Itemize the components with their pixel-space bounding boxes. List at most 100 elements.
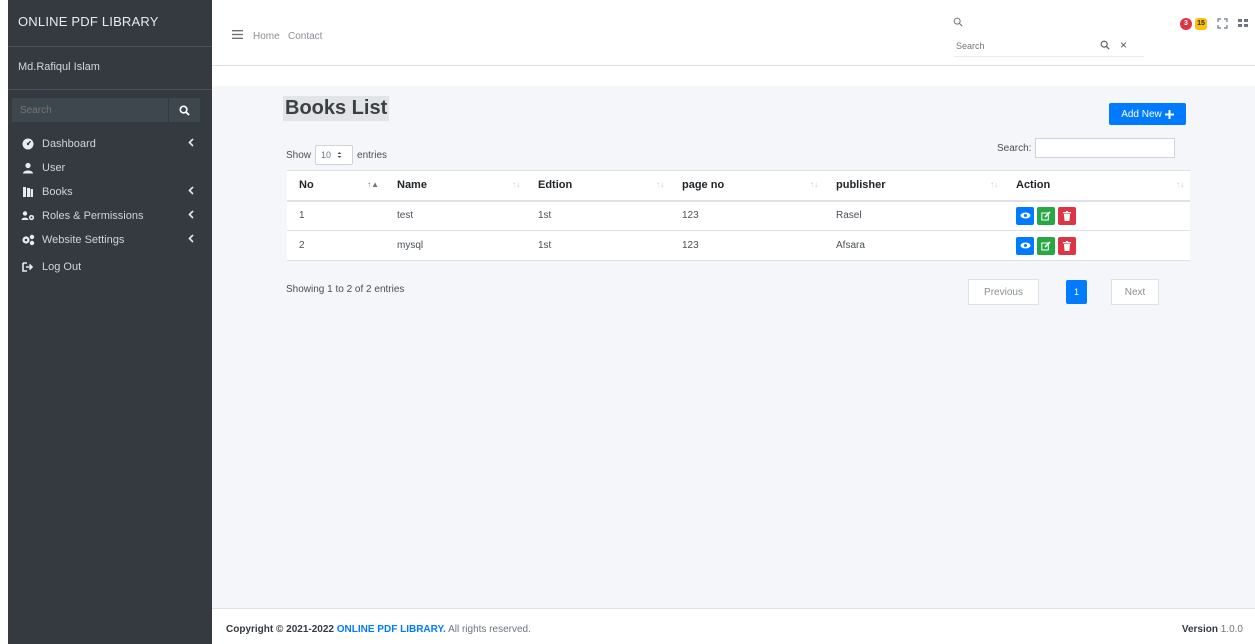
column-header-action[interactable]: Action ↑↓ [1004,170,1190,202]
notification-badge[interactable]: 3 [1180,18,1192,30]
show-entries-control: Show 10 entries [286,145,387,165]
chevron-left-icon [188,186,194,198]
sidebar-item-user[interactable]: User [8,156,212,180]
column-label: publisher [836,179,886,192]
add-new-button[interactable]: Add New [1109,103,1186,125]
trash-icon [1063,240,1071,251]
fullscreen-icon[interactable] [1217,18,1228,32]
search-submit-icon[interactable] [1100,40,1110,53]
column-label: Action [1016,179,1051,192]
add-new-label: Add New [1121,108,1162,120]
book-icon [20,186,36,198]
sidebar-item-books[interactable]: Books [8,180,212,204]
edit-icon [1041,240,1051,250]
table-search: Search: [997,138,1176,158]
sort-icon: ↑↓ [990,180,998,189]
users-cog-icon [20,210,36,222]
sidebar-item-label: Log Out [42,261,82,273]
hamburger-menu-icon[interactable] [232,30,243,42]
entries-label: entries [357,149,388,161]
edit-button[interactable] [1037,236,1055,255]
copyright: Copyright © 2021-2022 ONLINE PDF LIBRARY… [226,624,531,635]
chevron-left-icon [188,210,194,222]
previous-page-button[interactable]: Previous [968,279,1039,305]
column-header-name[interactable]: Name ↑↓ [385,170,526,202]
app-root: ONLINE PDF LIBRARY Md.Rafiqul Islam Dash… [0,0,1255,644]
books-table: No ↑▲ Name ↑↓ Edtion ↑↓ page no ↑↓ publisher… [287,170,1190,261]
cell-page-no: 123 [670,230,824,261]
nav-contact-link[interactable]: Contact [288,31,322,42]
version-label: Version [1181,624,1218,635]
sort-icon: ↑↓ [512,180,520,189]
nav-home-link[interactable]: Home [253,31,280,42]
sidebar-item-label: Website Settings [42,234,125,246]
version-info: Version 1.0.0 [1182,624,1243,635]
copyright-suffix: All rights reserved. [448,624,531,635]
plus-icon [1164,109,1174,119]
column-label: Edtion [538,179,573,192]
edit-icon [1041,211,1051,221]
delete-button[interactable] [1058,206,1076,225]
cell-publisher: Rasel [824,200,1004,231]
sidebar-nav: Dashboard User Books Roles & Permissions… [8,132,212,279]
chevron-left-icon [188,138,194,150]
sidebar-item-website-settings[interactable]: Website Settings [8,228,212,252]
sidebar-item-label: Books [42,186,73,198]
eye-icon [1020,242,1030,249]
column-label: page no [682,179,725,192]
search-icon[interactable] [953,17,963,30]
sidebar-search-input[interactable] [12,98,168,122]
user-name[interactable]: Md.Rafiqul Islam [8,46,212,90]
delete-button[interactable] [1058,236,1076,255]
sidebar-search [12,98,200,122]
sidebar-item-label: Roles & Permissions [42,210,144,222]
user-icon [20,162,36,174]
table-search-input[interactable] [1035,138,1176,158]
copyright-prefix: Copyright © 2021-2022 [226,624,334,635]
sidebar-search-button[interactable] [168,98,200,122]
column-header-page-no[interactable]: page no ↑↓ [670,170,824,202]
edit-button[interactable] [1037,206,1055,225]
cell-no: 2 [287,230,385,261]
cell-name: test [385,200,526,231]
column-header-no[interactable]: No ↑▲ [287,170,385,202]
cell-no: 1 [287,200,385,231]
pagination: Previous 1 Next [968,279,1159,305]
sort-icon: ↑↓ [656,180,664,189]
column-header-publisher[interactable]: publisher ↑↓ [824,170,1004,202]
message-badge[interactable]: 15 [1195,18,1207,30]
top-navbar: Home Contact × 3 15 [212,0,1255,66]
apps-grid-icon[interactable] [1238,18,1249,32]
entries-select[interactable]: 10 [315,145,354,165]
navbar-search: × [954,37,1144,57]
sidebar-item-label: Dashboard [42,138,96,150]
close-icon[interactable]: × [1120,38,1127,52]
eye-icon [1020,212,1030,219]
column-label: No [299,179,314,192]
sidebar-item-dashboard[interactable]: Dashboard [8,132,212,156]
sidebar-item-log-out[interactable]: Log Out [8,255,212,279]
column-header-edition[interactable]: Edtion ↑↓ [526,170,670,202]
brand-title[interactable]: ONLINE PDF LIBRARY [8,0,212,46]
trash-icon [1063,210,1071,221]
view-button[interactable] [1016,236,1034,255]
view-button[interactable] [1016,206,1034,225]
cell-page-no: 123 [670,200,824,231]
page-1-button[interactable]: 1 [1066,280,1087,304]
navbar-search-input[interactable] [954,37,1074,55]
sort-icon: ↑↓ [1176,180,1184,189]
cell-edition: 1st [526,230,670,261]
footer-brand-link[interactable]: ONLINE PDF LIBRARY. [337,624,446,635]
sign-out-icon [20,261,36,273]
search-icon [179,104,190,116]
sidebar: ONLINE PDF LIBRARY Md.Rafiqul Islam Dash… [8,0,212,644]
table-row: 1 test 1st 123 Rasel [287,200,1190,231]
page-title: Books List [283,96,390,121]
sidebar-item-roles-permissions[interactable]: Roles & Permissions [8,204,212,228]
footer: Copyright © 2021-2022 ONLINE PDF LIBRARY… [212,608,1255,644]
show-label: Show [286,149,312,161]
next-page-button[interactable]: Next [1111,279,1159,305]
cell-actions [1004,200,1190,231]
cell-actions [1004,230,1190,261]
cell-publisher: Afsara [824,230,1004,261]
